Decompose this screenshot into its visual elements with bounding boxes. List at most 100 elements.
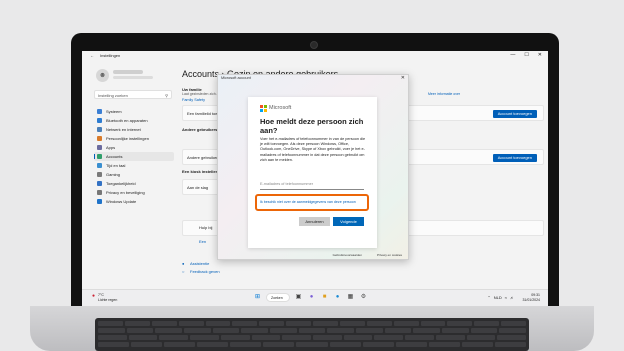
microsoft-logo-icon <box>260 105 267 112</box>
file-explorer-icon[interactable]: ■ <box>320 293 329 302</box>
kiosk-label: Aan de slag <box>187 185 209 190</box>
taskbar: ● 7°C Lichte regen ⊞ Zoeken ▣ ● ■ ● ▦ ⚙ … <box>82 289 548 306</box>
sidebar-item-privacy-en-beveiliging[interactable]: Privacy en beveiliging <box>94 188 174 197</box>
sidebar-item-label: Netwerk en internet <box>106 127 141 132</box>
other-users-heading: Andere gebruikers <box>182 127 218 132</box>
sidebar-item-label: Toegankelijkheid <box>106 181 136 186</box>
family-safety-link[interactable]: Family Safety <box>182 98 205 102</box>
taskbar-search-label: Zoeken <box>271 296 283 300</box>
close-button[interactable]: ✕ <box>538 51 542 60</box>
chat-icon[interactable]: ● <box>307 293 316 302</box>
dialog-heading: Hoe meldt deze persoon zich aan? <box>260 117 364 135</box>
screen: ← Instellingen — ☐ ✕ ☻ Instelling zoeken… <box>82 51 548 306</box>
kiosk-card[interactable]: Aan de slag <box>182 179 222 195</box>
clock-date: 31/01/2024 <box>522 297 540 302</box>
sidebar-item-accounts[interactable]: Accounts <box>94 152 174 161</box>
taskbar-apps: ⊞ Zoeken ▣ ● ■ ● ▦ ⚙ <box>253 293 368 302</box>
nav-icon <box>97 127 102 132</box>
next-button[interactable]: Volgende <box>333 217 364 226</box>
dialog-body: Voer het e-mailadres of telefoonnummer i… <box>260 137 366 162</box>
sidebar-item-toegankelijkheid[interactable]: Toegankelijkheid <box>94 179 174 188</box>
sidebar-item-label: Gaming <box>106 172 121 177</box>
search-placeholder: Instelling zoeken <box>98 93 128 98</box>
minimize-button[interactable]: — <box>510 51 515 60</box>
weather-widget[interactable]: ● 7°C Lichte regen <box>92 293 118 302</box>
signin-panel: Microsoft Hoe meldt deze persoon zich aa… <box>248 97 377 248</box>
add-family-account-button[interactable]: Account toevoegen <box>492 110 537 118</box>
volume-icon[interactable]: ♬ <box>510 295 514 300</box>
privacy-link[interactable]: Privacy en cookies <box>377 253 402 257</box>
sidebar-item-label: Privacy en beveiliging <box>106 190 145 195</box>
key-row <box>98 321 526 326</box>
nav-icon <box>97 136 102 141</box>
sidebar-item-gaming[interactable]: Gaming <box>94 170 174 179</box>
sidebar-item-label: Accounts <box>106 154 123 159</box>
dialog-close-button[interactable]: ✕ <box>401 75 405 81</box>
user-avatar: ☻ <box>96 69 109 82</box>
sidebar-item-bluetooth-en-apparaten[interactable]: Bluetooth en apparaten <box>94 116 174 125</box>
nav-icon <box>97 190 102 195</box>
person-icon: ☻ <box>98 72 107 79</box>
taskbar-search[interactable]: Zoeken <box>266 293 290 302</box>
no-signin-info-link[interactable]: Ik beschik niet over de aanmeldgegevens … <box>260 200 364 205</box>
back-arrow-icon[interactable]: ← <box>90 51 94 60</box>
start-icon[interactable]: ⊞ <box>253 293 262 302</box>
user-email-blurred <box>113 76 153 79</box>
maximize-button[interactable]: ☐ <box>524 51 528 60</box>
edge-icon[interactable]: ● <box>333 293 342 302</box>
feedback-link-label: Feedback geven <box>190 269 220 274</box>
sidebar-item-label: Persoonlijke instellingen <box>106 136 149 141</box>
assistance-link[interactable]: ● Assistentie <box>182 261 209 266</box>
sidebar-item-label: Tijd en taal <box>106 163 126 168</box>
settings-titlebar: ← Instellingen — ☐ ✕ <box>82 51 548 60</box>
wifi-icon[interactable]: ≈ <box>505 295 507 300</box>
dialog-window-title: Microsoft account <box>221 76 251 80</box>
settings-window-title: Instellingen <box>100 53 121 58</box>
nav-icon <box>97 145 102 150</box>
chevron-up-icon[interactable]: ⌃ <box>487 295 490 300</box>
task-view-icon[interactable]: ▣ <box>294 293 303 302</box>
nav-icon <box>97 163 102 168</box>
settings-search-input[interactable]: Instelling zoeken ⚲ <box>94 90 172 99</box>
key-row <box>98 328 527 333</box>
nav-icon <box>97 172 102 177</box>
nav-icon <box>97 199 102 204</box>
store-icon[interactable]: ▦ <box>346 293 355 302</box>
help-link[interactable]: Een <box>199 239 206 244</box>
settings-gear-icon[interactable]: ⚙ <box>359 293 368 302</box>
sidebar-item-tijd-en-taal[interactable]: Tijd en taal <box>94 161 174 170</box>
help-icon: ● <box>182 261 185 266</box>
nav-icon <box>97 181 102 186</box>
sidebar-item-windows-update[interactable]: Windows Update <box>94 197 174 206</box>
language-indicator[interactable]: NLD <box>494 295 502 300</box>
nav-list: Systeem Bluetooth en apparaten Netwerk en … <box>94 107 174 206</box>
terms-link[interactable]: Gebruiksvoorwaarden <box>333 253 362 257</box>
nav-icon <box>97 118 102 123</box>
feedback-icon: ○ <box>182 269 185 274</box>
sidebar-item-apps[interactable]: Apps <box>94 143 174 152</box>
nav-icon <box>97 109 102 114</box>
sidebar-item-persoonlijke-instellingen[interactable]: Persoonlijke instellingen <box>94 134 174 143</box>
clock[interactable]: 09:31 31/01/2024 <box>522 293 540 302</box>
weather-desc: Lichte regen <box>98 297 118 302</box>
webcam <box>310 41 318 49</box>
help-label: Hulp bij <box>199 225 213 230</box>
key-row <box>98 342 527 347</box>
sidebar-item-label: Bluetooth en apparaten <box>106 118 148 123</box>
window-controls: — ☐ ✕ <box>510 51 542 60</box>
cancel-button[interactable]: Annuleren <box>299 217 330 226</box>
weather-icon: ● <box>92 293 96 299</box>
sidebar-item-label: Systeem <box>106 109 122 114</box>
feedback-link[interactable]: ○ Feedback geven <box>182 269 220 274</box>
system-tray: ⌃ NLD ≈ ♬ <box>487 295 514 300</box>
sidebar-item-systeem[interactable]: Systeem <box>94 107 174 116</box>
nav-icon <box>97 154 102 159</box>
email-phone-input[interactable]: E-mailadres of telefoonnummer <box>260 182 364 190</box>
add-other-account-button[interactable]: Account toevoegen <box>492 154 537 162</box>
assistance-link-label: Assistentie <box>190 261 210 266</box>
kiosk-heading: Een kiosk instellen <box>182 169 219 174</box>
sidebar-item-netwerk-en-internet[interactable]: Netwerk en internet <box>94 125 174 134</box>
sidebar-item-label: Apps <box>106 145 116 150</box>
more-info-link[interactable]: Meer informatie over <box>428 92 460 96</box>
sidebar-item-label: Windows Update <box>106 199 137 204</box>
